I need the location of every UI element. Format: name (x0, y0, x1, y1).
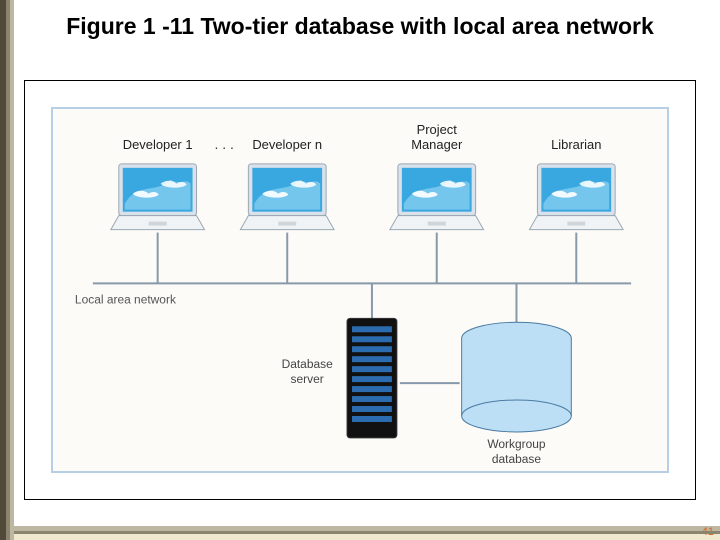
server-label-line2: server (291, 372, 324, 386)
server-icon (347, 318, 397, 438)
database-icon (462, 322, 572, 432)
role-project-manager-line1: Project (417, 122, 458, 137)
diagram-outer-frame: Developer 1 . . . Developer n Project Ma… (24, 80, 696, 500)
laptop-librarian (529, 164, 623, 230)
role-librarian: Librarian (551, 137, 601, 152)
footer-bar: 41 (14, 526, 720, 540)
figure-title: Figure 1 -11 Two-tier database with loca… (60, 12, 660, 41)
laptop-developer-n (240, 164, 334, 230)
role-developer-1: Developer 1 (123, 137, 193, 152)
server-label-line1: Database (282, 357, 334, 371)
role-project-manager-line2: Manager (411, 137, 463, 152)
laptop-developer-1 (111, 164, 205, 230)
page-number: 41 (702, 526, 714, 538)
database-label-line2: database (492, 452, 542, 466)
database-label-line1: Workgroup (487, 437, 546, 451)
role-developer-n: Developer n (252, 137, 322, 152)
diagram-panel: Developer 1 . . . Developer n Project Ma… (51, 107, 669, 473)
lan-label: Local area network (75, 292, 176, 306)
template-stripe-light (10, 0, 14, 540)
laptop-project-manager (390, 164, 484, 230)
diagram-svg: Developer 1 . . . Developer n Project Ma… (53, 109, 667, 468)
ellipsis-dots: . . . (214, 136, 233, 152)
